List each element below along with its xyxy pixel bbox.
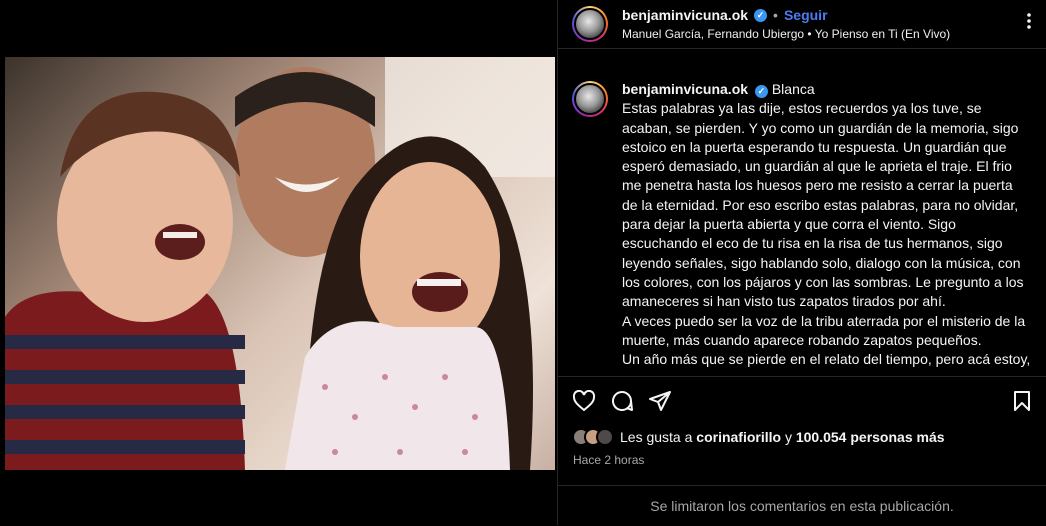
verified-badge-icon: ✓	[754, 85, 768, 99]
comments-limited-notice: Se limitaron los comentarios en esta pub…	[558, 485, 1046, 526]
caption-avatar[interactable]	[572, 81, 608, 117]
action-bar	[572, 386, 1032, 416]
likes-summary: Les gusta a corinafiorillo y 100.054 per…	[572, 428, 945, 446]
likes-connector: y	[784, 429, 792, 445]
media-area	[0, 0, 557, 525]
caption-text: Blanca Estas palabras ya las dije, estos…	[622, 81, 1031, 372]
separator: •	[773, 6, 778, 23]
caption-body: benjaminvicuna.ok ✓ Blanca Estas palabra…	[622, 80, 1032, 372]
post-sidebar: benjaminvicuna.ok ✓ • Seguir Manuel Garc…	[557, 0, 1046, 525]
video-player[interactable]	[5, 57, 555, 470]
likes-count[interactable]: 100.054 personas más	[796, 429, 945, 445]
liker-username[interactable]: corinafiorillo	[696, 429, 781, 445]
post-timestamp[interactable]: Hace 2 horas	[573, 453, 644, 467]
post-header: benjaminvicuna.ok ✓ • Seguir Manuel Garc…	[558, 0, 1046, 49]
caption-username[interactable]: benjaminvicuna.ok	[622, 81, 748, 97]
comment-icon[interactable]	[610, 389, 634, 413]
share-icon[interactable]	[648, 390, 672, 412]
heart-icon[interactable]	[572, 390, 596, 412]
verified-badge-icon: ✓	[754, 8, 768, 22]
liker-avatars[interactable]	[572, 428, 614, 446]
follow-button[interactable]: Seguir	[784, 7, 828, 24]
header-text: benjaminvicuna.ok ✓ • Seguir Manuel Garc…	[622, 7, 1026, 41]
author-username[interactable]: benjaminvicuna.ok	[622, 7, 748, 24]
likes-prefix: Les gusta a	[620, 429, 693, 445]
divider	[558, 376, 1046, 377]
liker-avatar	[596, 428, 614, 446]
more-options-icon[interactable]	[1026, 12, 1032, 36]
caption-section: benjaminvicuna.ok ✓ Blanca Estas palabra…	[558, 80, 1046, 372]
post-viewer: benjaminvicuna.ok ✓ • Seguir Manuel Garc…	[0, 0, 1046, 525]
audio-attribution[interactable]: Manuel García, Fernando Ubiergo • Yo Pie…	[622, 27, 1026, 41]
bookmark-icon[interactable]	[1012, 390, 1032, 412]
author-avatar[interactable]	[572, 6, 608, 42]
video-frame	[5, 57, 555, 470]
